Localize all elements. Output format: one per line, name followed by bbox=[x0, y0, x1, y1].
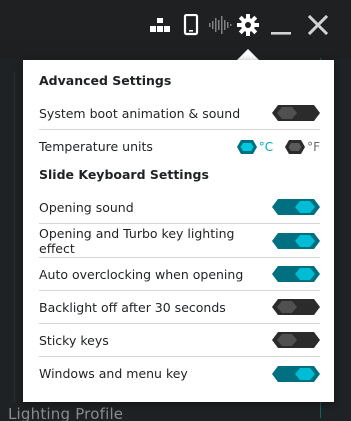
temperature-row: Temperature units °C °F bbox=[39, 130, 320, 163]
celsius-label: °C bbox=[258, 139, 274, 154]
setting-row: Opening and Turbo key lighting effect bbox=[39, 224, 320, 258]
windows-menu-key-label: Windows and menu key bbox=[39, 366, 188, 381]
boot-animation-row: System boot animation & sound bbox=[39, 97, 320, 130]
setting-row: Sticky keys bbox=[39, 324, 320, 357]
boot-animation-toggle[interactable] bbox=[272, 105, 320, 121]
turbo-lighting-toggle[interactable] bbox=[272, 232, 320, 249]
fahrenheit-radio-icon bbox=[285, 139, 306, 154]
advanced-settings-header: Advanced Settings bbox=[39, 73, 172, 88]
boot-animation-label: System boot animation & sound bbox=[39, 105, 241, 121]
temperature-unit-group: °C °F bbox=[236, 139, 320, 154]
setting-row: Windows and menu key bbox=[39, 357, 320, 390]
sticky-keys-toggle[interactable] bbox=[272, 332, 320, 348]
network-icon[interactable] bbox=[147, 12, 173, 38]
celsius-radio-icon bbox=[236, 139, 257, 154]
auto-overclocking-toggle[interactable] bbox=[272, 266, 320, 282]
slide-keyboard-header: Slide Keyboard Settings bbox=[39, 167, 209, 182]
settings-popup: Advanced Settings System boot animation … bbox=[23, 60, 334, 402]
top-bar bbox=[0, 0, 351, 50]
phone-icon[interactable] bbox=[178, 12, 204, 38]
fahrenheit-option[interactable]: °F bbox=[285, 139, 320, 154]
close-icon[interactable] bbox=[305, 12, 331, 38]
setting-row: Backlight off after 30 seconds bbox=[39, 291, 320, 324]
sticky-keys-label: Sticky keys bbox=[39, 332, 109, 348]
opening-sound-toggle[interactable] bbox=[272, 199, 320, 215]
celsius-option[interactable]: °C bbox=[236, 139, 274, 154]
temperature-label: Temperature units bbox=[39, 139, 153, 154]
background-divider bbox=[14, 72, 15, 402]
setting-row: Auto overclocking when opening bbox=[39, 258, 320, 291]
auto-overclocking-label: Auto overclocking when opening bbox=[39, 266, 244, 282]
gear-icon[interactable] bbox=[235, 12, 261, 38]
setting-row: Opening sound bbox=[39, 191, 320, 224]
app-window: Lighting Profile Advanced Settings Syste… bbox=[0, 0, 351, 421]
backlight-off-toggle[interactable] bbox=[272, 299, 320, 315]
fahrenheit-label: °F bbox=[307, 139, 320, 154]
lighting-profile-label: Lighting Profile bbox=[8, 405, 124, 421]
audio-wave-icon[interactable] bbox=[207, 12, 233, 38]
turbo-lighting-label: Opening and Turbo key lighting effect bbox=[39, 225, 235, 256]
backlight-off-label: Backlight off after 30 seconds bbox=[39, 299, 226, 315]
opening-sound-label: Opening sound bbox=[39, 199, 134, 215]
minimize-icon[interactable] bbox=[268, 12, 294, 38]
windows-menu-key-toggle[interactable] bbox=[272, 365, 320, 382]
